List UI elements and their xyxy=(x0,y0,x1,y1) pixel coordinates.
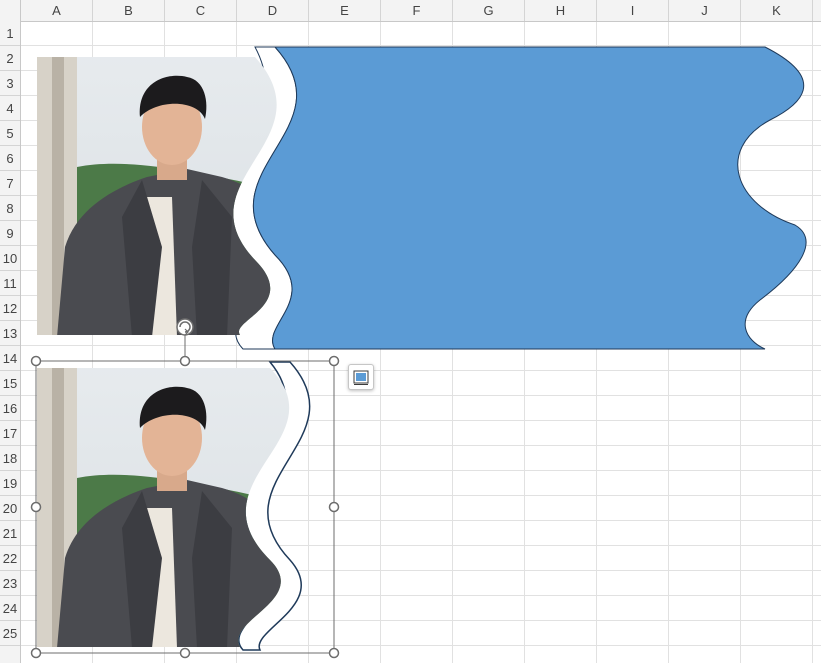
handle-bottom-left[interactable] xyxy=(30,647,42,659)
handle-top-left[interactable] xyxy=(30,355,42,367)
handle-bottom-center[interactable] xyxy=(179,647,191,659)
handle-middle-left[interactable] xyxy=(30,501,42,513)
layout-options-button[interactable] xyxy=(348,364,374,390)
rotate-handle-icon[interactable] xyxy=(176,318,194,336)
handle-top-right[interactable] xyxy=(328,355,340,367)
handle-middle-right[interactable] xyxy=(328,501,340,513)
drawing-layer xyxy=(30,46,807,659)
handle-top-center[interactable] xyxy=(179,355,191,367)
wave-shape-blue-with-photo[interactable] xyxy=(37,46,807,350)
wave-shape-photo-selected[interactable] xyxy=(37,358,337,651)
handle-bottom-right[interactable] xyxy=(328,647,340,659)
wave-blue-fill xyxy=(252,46,807,350)
layout-options-icon xyxy=(353,370,369,385)
